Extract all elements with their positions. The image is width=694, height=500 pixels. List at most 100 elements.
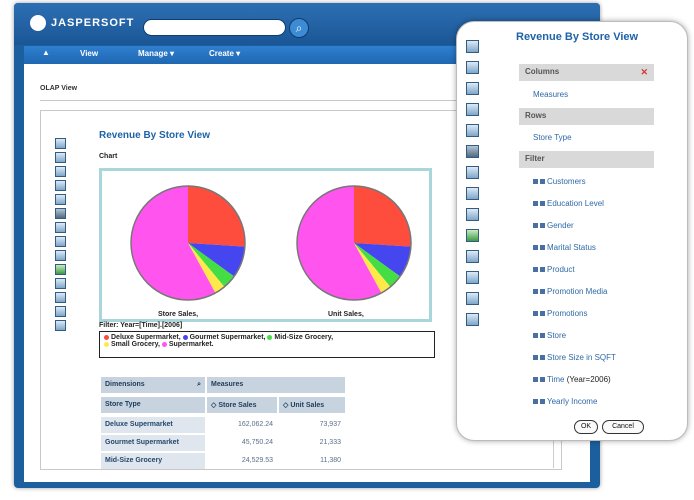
drill-member-icon[interactable]: [466, 103, 479, 116]
columns-item-measures[interactable]: Measures: [533, 90, 568, 99]
table-cell: 73,937: [319, 421, 341, 428]
view-title: Revenue By Store View: [99, 130, 210, 141]
rows-item-store-type[interactable]: Store Type: [533, 133, 572, 142]
print-icon[interactable]: [55, 236, 66, 247]
unit-sales-header[interactable]: ◇ Unit Sales: [279, 397, 345, 413]
pie-label-store-sales: Store Sales,: [158, 311, 199, 318]
toolbar: [55, 138, 66, 334]
table-row[interactable]: Gourmet Supermarket: [101, 435, 205, 451]
pie-slice[interactable]: [354, 186, 411, 247]
legend-item: Supermarket.: [161, 341, 214, 348]
panel-title: Revenue By Store View: [516, 31, 639, 43]
table-row[interactable]: Mid-Size Grocery: [101, 453, 205, 469]
undo-icon[interactable]: [466, 208, 479, 221]
table-cell: 45,750.24: [241, 439, 273, 446]
search-input[interactable]: [143, 19, 286, 36]
filter-item-marital-status[interactable]: Marital Status: [533, 243, 596, 252]
table-cell: 11,380: [320, 457, 341, 464]
legend-item: Small Grocery,: [104, 341, 160, 348]
filter-item-education-level[interactable]: Education Level: [533, 199, 604, 208]
legend-item: Deluxe Supermarket,: [104, 334, 181, 341]
sort-icon[interactable]: [466, 82, 479, 95]
save-icon[interactable]: [466, 292, 479, 305]
chart-area: [99, 168, 432, 322]
filter-item-promotion-media[interactable]: Promotion Media: [533, 287, 607, 296]
dimension-icon: [533, 355, 538, 361]
logo: JASPERSOFT: [30, 15, 134, 31]
filter-item-yearly-income[interactable]: Yearly Income: [533, 397, 597, 406]
table-cell: 21,333: [319, 439, 341, 446]
menu-manage[interactable]: Manage ▾: [138, 49, 174, 58]
filter-caption: Filter: Year=[Time].[2006]: [99, 322, 183, 329]
hide-empty-icon[interactable]: [466, 271, 479, 284]
dimension-icon: [540, 223, 545, 229]
filter-section: Filter: [519, 151, 654, 168]
dimension-icon: [540, 267, 545, 273]
table-cell: 24,529.53: [241, 457, 273, 464]
dimension-icon: [540, 311, 545, 317]
sort-icon[interactable]: [55, 166, 66, 177]
chart-legend: Deluxe Supermarket, Gourmet Supermarket,…: [99, 331, 435, 358]
filter-item-product[interactable]: Product: [533, 265, 575, 274]
properties-icon[interactable]: [55, 320, 66, 331]
ok-button[interactable]: OK: [574, 420, 598, 434]
dimension-icon: [533, 311, 538, 317]
search-icon[interactable]: ⌕: [289, 18, 309, 38]
undo-icon[interactable]: [55, 250, 66, 261]
navigator-icon[interactable]: [55, 138, 66, 149]
table-cell: 162,062.24: [237, 421, 273, 428]
filter-item-promotions[interactable]: Promotions: [533, 309, 587, 318]
swap-axes-icon[interactable]: [466, 250, 479, 263]
store-sales-header[interactable]: ◇ Store Sales: [207, 397, 277, 413]
dimension-icon: [533, 399, 538, 405]
store-type-header[interactable]: Store Type: [101, 397, 205, 413]
dimension-icon: [540, 245, 545, 251]
excel-icon[interactable]: [466, 229, 479, 242]
measures-header: Measures: [207, 377, 345, 393]
chart-icon[interactable]: [55, 208, 66, 219]
legend-item: Gourmet Supermarket,: [182, 334, 265, 341]
menu-create[interactable]: Create ▾: [209, 49, 240, 58]
print-icon[interactable]: [466, 187, 479, 200]
legend-swatch: [161, 341, 167, 347]
dimension-icon: [540, 201, 545, 207]
dimension-icon: [540, 289, 545, 295]
rows-section: Rows: [519, 108, 654, 125]
menu-view[interactable]: View: [80, 49, 98, 58]
home-icon[interactable]: ▲: [42, 48, 50, 57]
mdx-icon[interactable]: [466, 61, 479, 74]
excel-icon[interactable]: [55, 264, 66, 275]
chart-label: Chart: [99, 153, 118, 160]
dimension-icon: [533, 245, 538, 251]
properties-icon[interactable]: [466, 313, 479, 326]
table-row[interactable]: Deluxe Supermarket: [101, 417, 205, 433]
legend-swatch: [104, 341, 109, 347]
legend-swatch: [267, 334, 273, 340]
filter-item-store[interactable]: Store: [533, 331, 566, 340]
chart-config-icon[interactable]: [466, 166, 479, 179]
chart-icon[interactable]: [466, 145, 479, 158]
save-icon[interactable]: [55, 306, 66, 317]
mdx-icon[interactable]: [55, 152, 66, 163]
drill-position-icon[interactable]: [55, 194, 66, 205]
drill-position-icon[interactable]: [466, 124, 479, 137]
navigator-icon[interactable]: [466, 40, 479, 53]
cancel-button[interactable]: Cancel: [602, 420, 644, 434]
swap-axes-icon[interactable]: [55, 278, 66, 289]
search-icon[interactable]: ⌕: [197, 381, 201, 389]
pie-chart: [130, 185, 412, 301]
dimension-icon: [533, 377, 538, 383]
dimensions-header: Dimensions ⌕: [101, 377, 205, 393]
pie-slice[interactable]: [188, 186, 245, 247]
dimension-icon: [540, 333, 545, 339]
tab-olap-view[interactable]: OLAP View: [40, 85, 77, 92]
hide-empty-icon[interactable]: [55, 292, 66, 303]
close-icon[interactable]: ✕: [640, 67, 648, 78]
chart-config-icon[interactable]: [55, 222, 66, 233]
filter-item-customers[interactable]: Customers: [533, 177, 586, 186]
dimension-icon: [540, 355, 545, 361]
filter-item-store-size[interactable]: Store Size in SQFT: [533, 353, 616, 362]
drill-member-icon[interactable]: [55, 180, 66, 191]
filter-item-gender[interactable]: Gender: [533, 221, 574, 230]
filter-item-time[interactable]: Time (Year=2006): [533, 375, 611, 384]
